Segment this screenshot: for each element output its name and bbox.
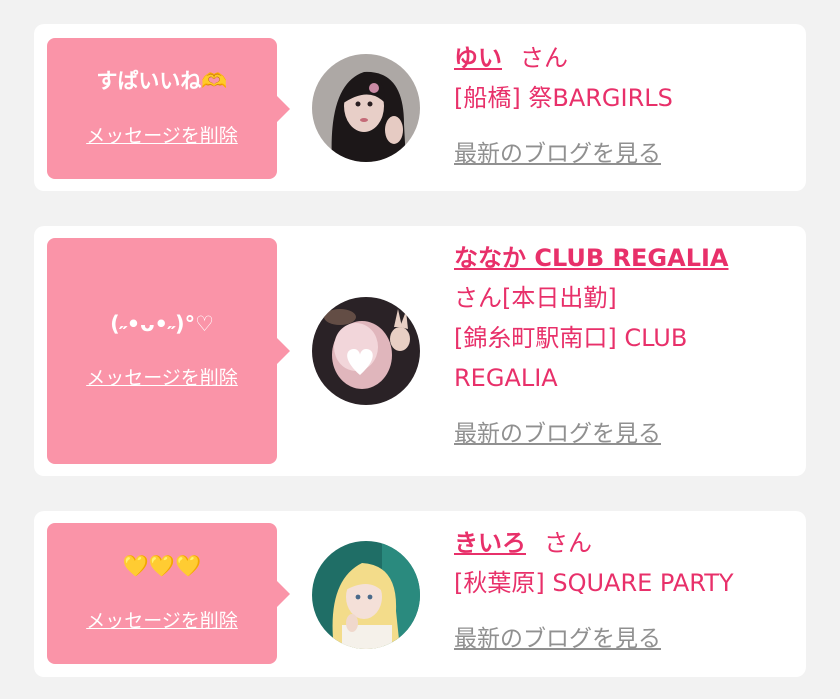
profile-info: ななか CLUB REGALIA さん[本日出勤] [錦糸町駅南口] CLUB …: [454, 238, 794, 448]
profile-info: ゆい さん [船橋] 祭BARGIRLS 最新のブログを見る: [454, 38, 794, 168]
message-bubble: すぱいいね🫶 メッセージを削除: [47, 38, 290, 179]
profile-name-link[interactable]: ななか CLUB REGALIA: [454, 244, 729, 272]
latest-blog-link[interactable]: 最新のブログを見る: [454, 619, 661, 653]
message-text: 💛💛💛: [122, 554, 202, 579]
delete-message-link[interactable]: メッセージを削除: [86, 606, 238, 633]
message-card-2: (˶•ᴗ•˶)°♡ メッセージを削除 ななか CLUB REGALIA さん[本…: [34, 226, 806, 476]
profile-name-link[interactable]: ゆい: [454, 44, 502, 72]
name-suffix: さん[本日出勤]: [454, 284, 617, 312]
profile-info: きいろ さん [秋葉原] SQUARE PARTY 最新のブログを見る: [454, 523, 794, 653]
delete-message-link[interactable]: メッセージを削除: [86, 363, 238, 390]
avatar[interactable]: [312, 297, 420, 405]
delete-message-link[interactable]: メッセージを削除: [86, 121, 238, 148]
message-text: すぱいいね🫶: [96, 69, 228, 94]
shop-label: [船橋] 祭BARGIRLS: [454, 84, 673, 112]
message-card-3: 💛💛💛 メッセージを削除 きいろ さん [秋葉原] SQUARE PARTY 最新…: [34, 511, 806, 677]
latest-blog-link[interactable]: 最新のブログを見る: [454, 134, 661, 168]
latest-blog-link[interactable]: 最新のブログを見る: [454, 414, 661, 448]
shop-label: [錦糸町駅南口] CLUB REGALIA: [454, 324, 688, 392]
avatar[interactable]: [312, 54, 420, 162]
profile-name-link[interactable]: きいろ: [454, 529, 526, 557]
avatar[interactable]: [312, 541, 420, 649]
message-text: (˶•ᴗ•˶)°♡: [110, 311, 214, 336]
message-bubble: (˶•ᴗ•˶)°♡ メッセージを削除: [47, 238, 290, 464]
name-suffix: さん: [520, 44, 568, 72]
shop-label: [秋葉原] SQUARE PARTY: [454, 569, 734, 597]
message-card-1: すぱいいね🫶 メッセージを削除 ゆい さん [船橋] 祭BARGIRLS 最新のブ…: [34, 24, 806, 191]
name-suffix: さん: [544, 529, 592, 557]
message-bubble: 💛💛💛 メッセージを削除: [47, 523, 290, 664]
